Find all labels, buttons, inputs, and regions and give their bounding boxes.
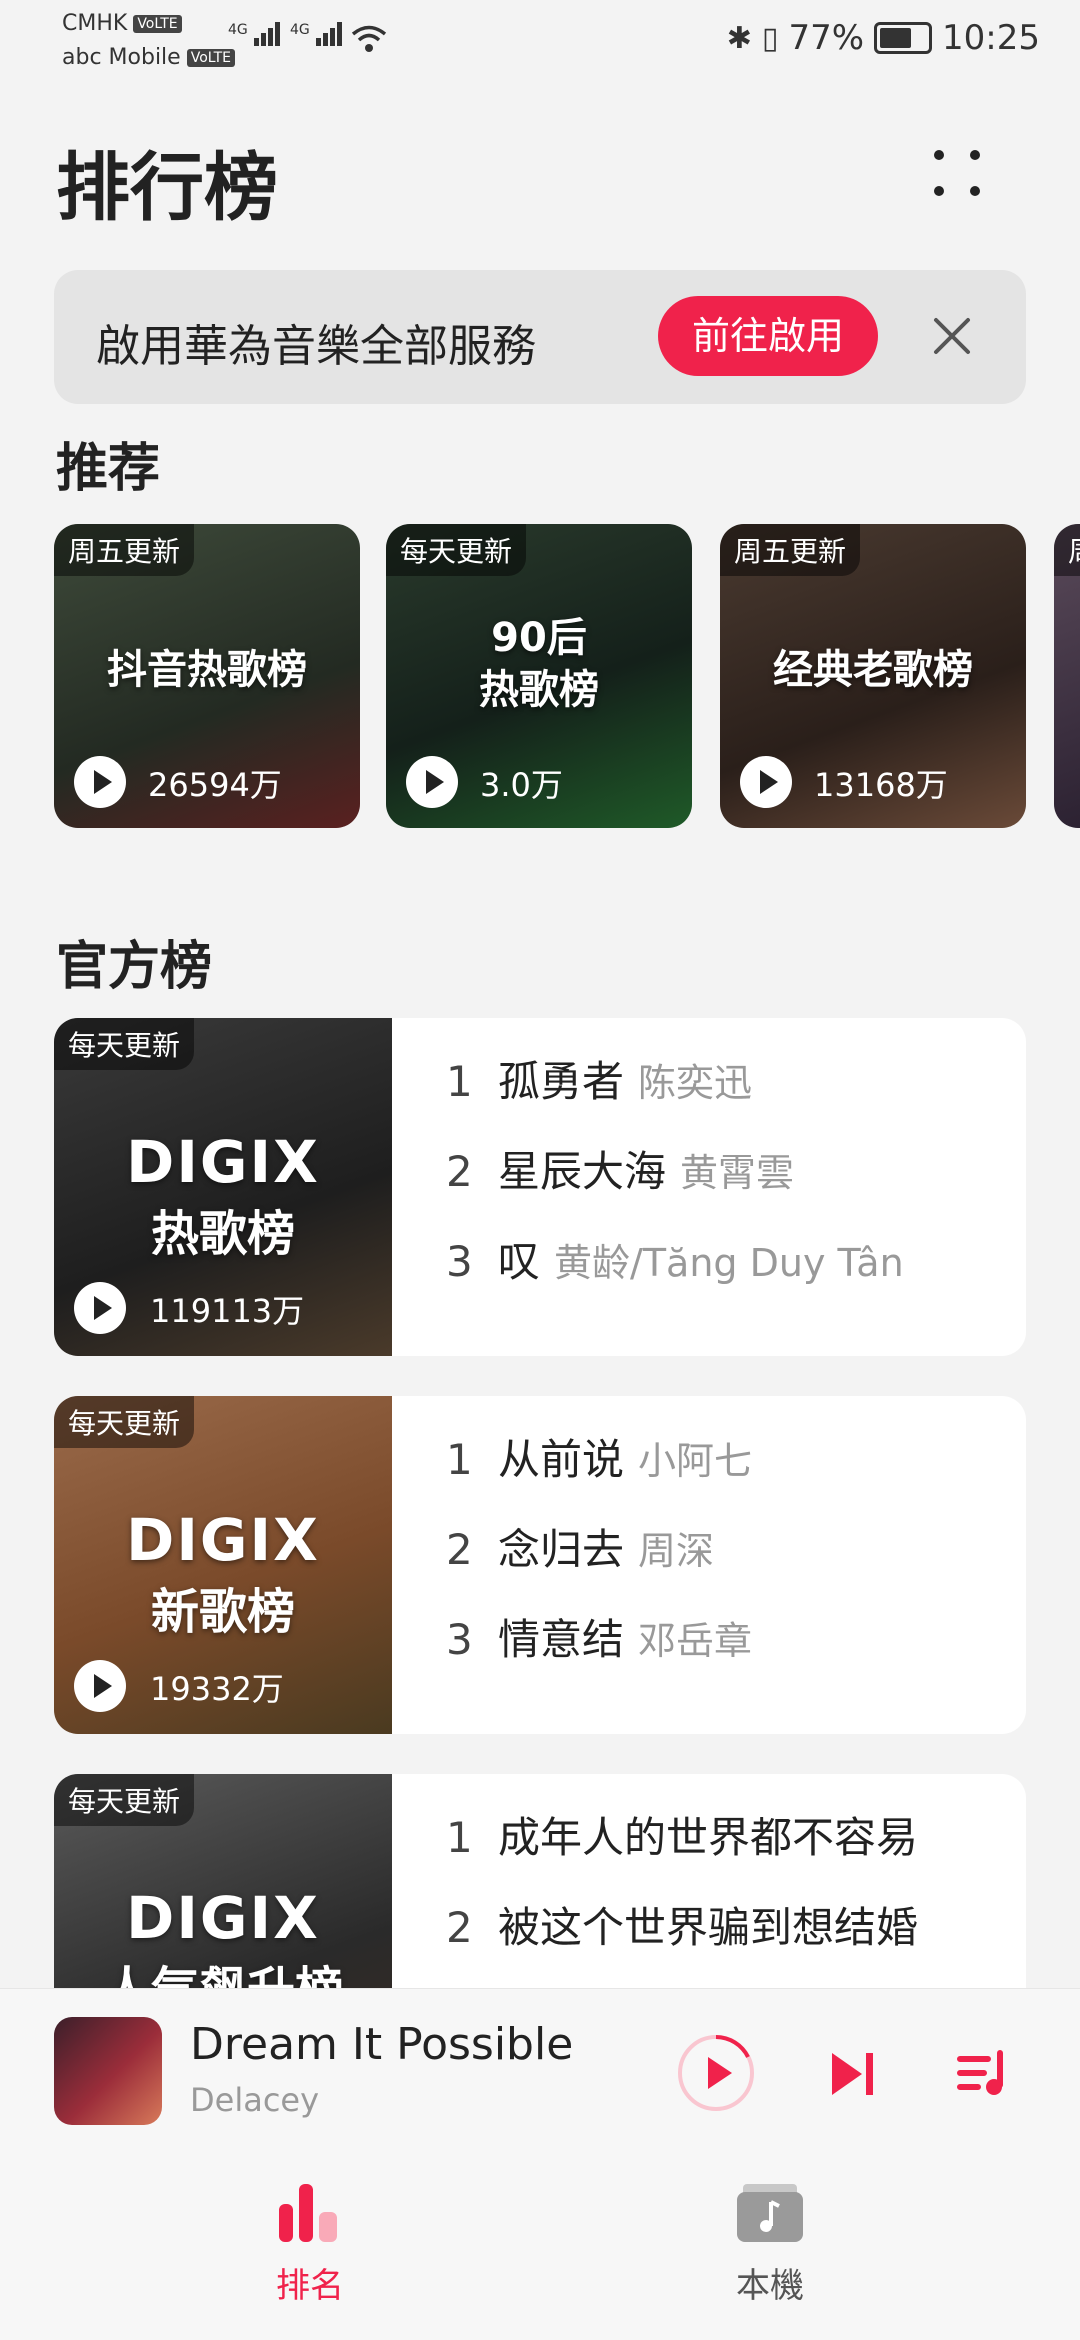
chart-cover: 每天更新 DIGIX 热歌榜 119113万 (54, 1018, 392, 1356)
playlist-icon[interactable] (950, 2039, 1020, 2109)
card-title: 抖音热歌榜 (107, 647, 307, 693)
section-title-official: 官方榜 (56, 937, 213, 997)
play-icon[interactable] (74, 756, 126, 808)
play-count: 3.0万 (480, 766, 563, 804)
chart-new-songs[interactable]: 每天更新 DIGIX 新歌榜 19332万 1 从前说 小阿七 2 念归去 周深 3 情意… (54, 1396, 1026, 1734)
play-count: 19332万 (150, 1670, 284, 1708)
track-row[interactable]: 3 情意结 邓岳章 (446, 1606, 752, 1667)
next-track-icon[interactable] (818, 2039, 888, 2109)
vibrate-icon: ▯ (761, 20, 779, 56)
update-tag: 每天更新 (54, 1396, 195, 1448)
update-tag: 周 (1054, 524, 1080, 576)
battery-icon (874, 22, 933, 54)
now-playing-artist: Delacey (190, 2081, 320, 2119)
chart-name: 人气飙升榜 (54, 1950, 392, 1988)
signal-1-icon: 4G (228, 22, 282, 46)
play-count: 26594万 (148, 766, 282, 804)
enable-button[interactable]: 前往啟用 (658, 296, 878, 376)
update-tag: 周五更新 (720, 524, 861, 576)
play-count: 119113万 (150, 1292, 305, 1330)
service-banner: 啟用華為音樂全部服務 前往啟用 (54, 270, 1026, 404)
now-playing-title: Dream It Possible (190, 2019, 574, 2070)
track-row[interactable]: 1 成年人的世界都不容易 (446, 1804, 918, 1865)
nav-label: 排名 (276, 2266, 344, 2306)
brand-label: DIGIX (126, 1128, 320, 1196)
signal-2-icon: 4G (290, 22, 344, 46)
play-icon[interactable] (406, 756, 458, 808)
track-row[interactable]: 2 星辰大海 黄霄雲 (446, 1138, 794, 1199)
chart-name: 新歌榜 (150, 1584, 295, 1640)
track-row[interactable]: 1 孤勇者 陈奕迅 (446, 1048, 752, 1109)
track-row[interactable]: 2 被这个世界骗到想结婚 (446, 1894, 918, 1955)
ranking-icon (279, 2184, 337, 2242)
bluetooth-icon: ✱ (726, 20, 752, 56)
update-tag: 每天更新 (54, 1774, 195, 1826)
update-tag: 每天更新 (54, 1018, 195, 1070)
brand-label: DIGIX (126, 1506, 320, 1574)
card-douyin-hot[interactable]: 周五更新 抖音热歌榜 26594万 (54, 524, 360, 828)
card-classic-oldies[interactable]: 周五更新 经典老歌榜 13168万 (720, 524, 1026, 828)
clock: 10:25 (942, 18, 1040, 58)
section-title-recommended: 推荐 (56, 439, 161, 499)
chart-cover: 每天更新 DIGIX 新歌榜 19332万 (54, 1396, 392, 1734)
page-title: 排行榜 (56, 145, 278, 231)
album-art[interactable] (54, 2017, 162, 2125)
card-title: 经典老歌榜 (773, 647, 973, 693)
bottom-nav: 排名 本機 (0, 2152, 1080, 2340)
music-folder-icon (737, 2184, 803, 2242)
play-button-icon[interactable] (676, 2033, 756, 2113)
status-bar: CMHK VoLTE abc Mobile VoLTE 4G 4G ✱ ▯ 77% … (0, 0, 1080, 80)
carrier-1: CMHK VoLTE (62, 10, 182, 38)
chart-rising[interactable]: 每天更新 DIGIX 人气飙升榜 1成年人的世界都不容易 2被这个世界骗到想结婚 (54, 1774, 1026, 1988)
close-icon[interactable] (922, 306, 982, 366)
play-count: 13168万 (814, 766, 948, 804)
nav-label: 本機 (736, 2266, 804, 2306)
nav-item-local[interactable]: 本機 (670, 2182, 870, 2307)
card-title: 90后 热歌榜 (479, 615, 599, 713)
mini-player[interactable]: Dream It Possible Delacey (0, 1988, 1080, 2153)
banner-text: 啟用華為音樂全部服務 (96, 321, 536, 372)
update-tag: 周五更新 (54, 524, 195, 576)
track-row[interactable]: 1 从前说 小阿七 (446, 1426, 752, 1487)
play-icon[interactable] (74, 1282, 126, 1334)
play-icon[interactable] (74, 1660, 126, 1712)
card-partial[interactable]: 周 (1054, 524, 1080, 828)
status-right: ✱ ▯ 77% 10:25 (727, 18, 1040, 58)
play-icon[interactable] (740, 756, 792, 808)
brand-label: DIGIX (126, 1884, 320, 1952)
chart-hot-songs[interactable]: 每天更新 DIGIX 热歌榜 119113万 1 孤勇者 陈奕迅 2 星辰大海 黄霄雲 … (54, 1018, 1026, 1356)
update-tag: 每天更新 (386, 524, 527, 576)
chart-cover: 每天更新 DIGIX 人气飙升榜 (54, 1774, 392, 1988)
battery-percent: 77% (788, 18, 865, 58)
track-row[interactable]: 2 念归去 周深 (446, 1516, 714, 1577)
card-90s-hot[interactable]: 每天更新 90后 热歌榜 3.0万 (386, 524, 692, 828)
carrier-2: abc Mobile VoLTE (62, 44, 236, 72)
chart-name: 热歌榜 (150, 1206, 295, 1262)
more-options-icon[interactable] (920, 140, 1000, 220)
track-row[interactable]: 3 叹黄龄/Tăng Duy Tân (446, 1228, 904, 1289)
wifi-icon (351, 25, 387, 52)
nav-item-ranking[interactable]: 排名 (210, 2182, 410, 2307)
